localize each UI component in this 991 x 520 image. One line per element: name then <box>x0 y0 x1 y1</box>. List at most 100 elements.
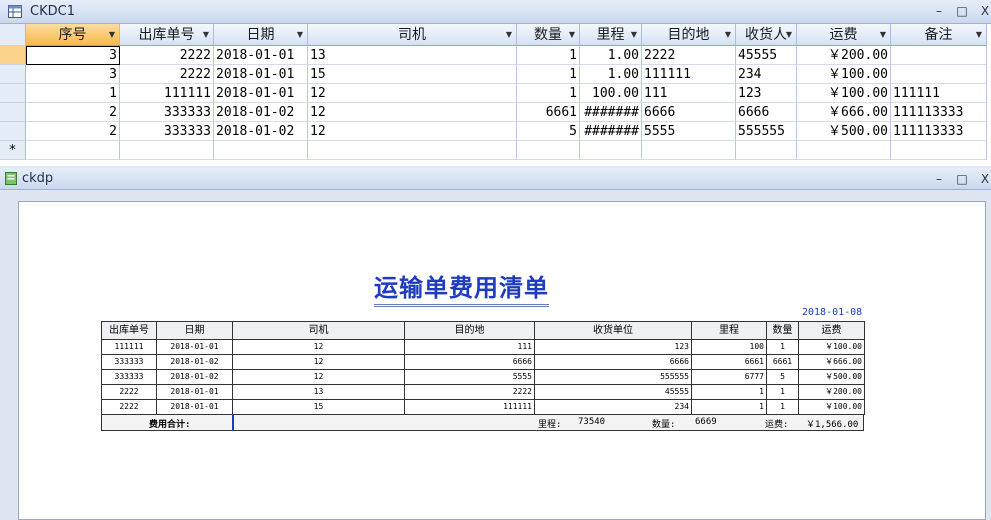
col-date-cell[interactable]: 2018-01-01 <box>214 65 308 84</box>
chevron-down-icon[interactable]: ▼ <box>109 24 115 46</box>
col-seq-cell[interactable]: 3 <box>26 46 120 65</box>
close-button[interactable]: X <box>977 3 991 19</box>
col-receiver-cell[interactable]: 555555 <box>736 122 797 141</box>
col-seq-cell[interactable]: 2 <box>26 103 120 122</box>
col-remark-header[interactable]: 备注 ▼ <box>891 24 987 46</box>
new-row-cell[interactable] <box>797 141 891 160</box>
chevron-down-icon[interactable]: ▼ <box>569 24 575 46</box>
report-date: 2018-01-08 <box>802 307 863 318</box>
col-destination-cell[interactable]: 111 <box>642 84 736 103</box>
row-selector[interactable] <box>0 65 26 84</box>
new-row-cell[interactable] <box>214 141 308 160</box>
row-selector[interactable] <box>0 122 26 141</box>
col-seq-cell[interactable]: 2 <box>26 122 120 141</box>
row-selector[interactable] <box>0 84 26 103</box>
col-receiver-cell[interactable]: 45555 <box>736 46 797 65</box>
col-freight-cell[interactable]: ￥100.00 <box>797 84 891 103</box>
col-qty-cell[interactable]: 1 <box>517 65 580 84</box>
new-row-cell[interactable] <box>120 141 214 160</box>
new-row-cell[interactable] <box>517 141 580 160</box>
new-row-cell[interactable] <box>580 141 642 160</box>
chevron-down-icon[interactable]: ▼ <box>725 24 731 46</box>
report-header-receiver-unit: 收货单位 <box>534 321 692 340</box>
col-freight-cell[interactable]: ￥666.00 <box>797 103 891 122</box>
chevron-down-icon[interactable]: ▼ <box>203 24 209 46</box>
new-row-cell[interactable] <box>26 141 120 160</box>
col-destination-cell[interactable]: 5555 <box>642 122 736 141</box>
col-driver-cell[interactable]: 12 <box>308 103 517 122</box>
col-order-no-cell[interactable]: 2222 <box>120 46 214 65</box>
report-cell-qty: 1 <box>766 339 799 355</box>
maximize-button[interactable]: □ <box>954 3 970 19</box>
col-freight-cell[interactable]: ￥500.00 <box>797 122 891 141</box>
report-minimize-button[interactable]: – <box>931 171 947 187</box>
col-seq-cell[interactable]: 3 <box>26 65 120 84</box>
col-order-no-cell[interactable]: 2222 <box>120 65 214 84</box>
col-mileage-cell[interactable]: 1.00 <box>580 65 642 84</box>
new-record-marker[interactable]: * <box>0 141 26 160</box>
col-remark-cell[interactable] <box>891 65 987 84</box>
col-mileage-cell[interactable]: ####### <box>580 122 642 141</box>
col-remark-cell[interactable] <box>891 46 987 65</box>
col-receiver-cell[interactable]: 123 <box>736 84 797 103</box>
col-destination-cell[interactable]: 2222 <box>642 46 736 65</box>
datasheet-titlebar[interactable]: CKDC1 – □ X <box>0 0 991 24</box>
col-freight-label: 运费 <box>829 27 858 43</box>
report-titlebar[interactable]: ckdp – □ X <box>0 168 991 190</box>
report-maximize-button[interactable]: □ <box>954 171 970 187</box>
col-mileage-cell[interactable]: 1.00 <box>580 46 642 65</box>
col-order-no-cell[interactable]: 333333 <box>120 122 214 141</box>
col-order-no-cell[interactable]: 111111 <box>120 84 214 103</box>
report-close-button[interactable]: X <box>977 171 991 187</box>
row-selector[interactable] <box>0 46 26 65</box>
col-qty-cell[interactable]: 6661 <box>517 103 580 122</box>
col-receiver-cell[interactable]: 234 <box>736 65 797 84</box>
col-date-cell[interactable]: 2018-01-02 <box>214 103 308 122</box>
col-receiver-header[interactable]: 收货人 ▼ <box>736 24 797 46</box>
col-remark-cell[interactable]: 111113333 <box>891 122 987 141</box>
col-mileage-header[interactable]: 里程 ▼ <box>580 24 642 46</box>
col-receiver-cell[interactable]: 6666 <box>736 103 797 122</box>
new-row-cell[interactable] <box>642 141 736 160</box>
col-driver-cell[interactable]: 13 <box>308 46 517 65</box>
col-destination-cell[interactable]: 6666 <box>642 103 736 122</box>
col-date-header[interactable]: 日期 ▼ <box>214 24 308 46</box>
chevron-down-icon[interactable]: ▼ <box>631 24 637 46</box>
col-freight-header[interactable]: 运费 ▼ <box>797 24 891 46</box>
col-qty-cell[interactable]: 5 <box>517 122 580 141</box>
col-driver-header[interactable]: 司机 ▼ <box>308 24 517 46</box>
col-seq-cell[interactable]: 1 <box>26 84 120 103</box>
col-driver-cell[interactable]: 15 <box>308 65 517 84</box>
col-qty-header[interactable]: 数量 ▼ <box>517 24 580 46</box>
col-date-cell[interactable]: 2018-01-02 <box>214 122 308 141</box>
chevron-down-icon[interactable]: ▼ <box>506 24 512 46</box>
col-mileage-cell[interactable]: ####### <box>580 103 642 122</box>
col-order-no-cell[interactable]: 333333 <box>120 103 214 122</box>
col-qty-cell[interactable]: 1 <box>517 84 580 103</box>
col-remark-cell[interactable]: 111111 <box>891 84 987 103</box>
col-mileage-cell[interactable]: 100.00 <box>580 84 642 103</box>
col-qty-cell[interactable]: 1 <box>517 46 580 65</box>
chevron-down-icon[interactable]: ▼ <box>976 24 982 46</box>
chevron-down-icon[interactable]: ▼ <box>297 24 303 46</box>
col-freight-cell[interactable]: ￥100.00 <box>797 65 891 84</box>
report-cell-receiver-unit: 555555 <box>534 369 692 385</box>
chevron-down-icon[interactable]: ▼ <box>786 24 792 46</box>
row-selector[interactable] <box>0 103 26 122</box>
col-order-no-header[interactable]: 出库单号 ▼ <box>120 24 214 46</box>
col-date-cell[interactable]: 2018-01-01 <box>214 84 308 103</box>
col-destination-header[interactable]: 目的地 ▼ <box>642 24 736 46</box>
col-date-cell[interactable]: 2018-01-01 <box>214 46 308 65</box>
col-destination-cell[interactable]: 111111 <box>642 65 736 84</box>
col-seq-header[interactable]: 序号 ▼ <box>26 24 120 46</box>
col-driver-cell[interactable]: 12 <box>308 84 517 103</box>
chevron-down-icon[interactable]: ▼ <box>880 24 886 46</box>
select-all-corner[interactable] <box>0 24 26 46</box>
new-row-cell[interactable] <box>891 141 987 160</box>
minimize-button[interactable]: – <box>931 3 947 19</box>
col-freight-cell[interactable]: ￥200.00 <box>797 46 891 65</box>
new-row-cell[interactable] <box>736 141 797 160</box>
col-remark-cell[interactable]: 111113333 <box>891 103 987 122</box>
col-driver-cell[interactable]: 12 <box>308 122 517 141</box>
new-row-cell[interactable] <box>308 141 517 160</box>
